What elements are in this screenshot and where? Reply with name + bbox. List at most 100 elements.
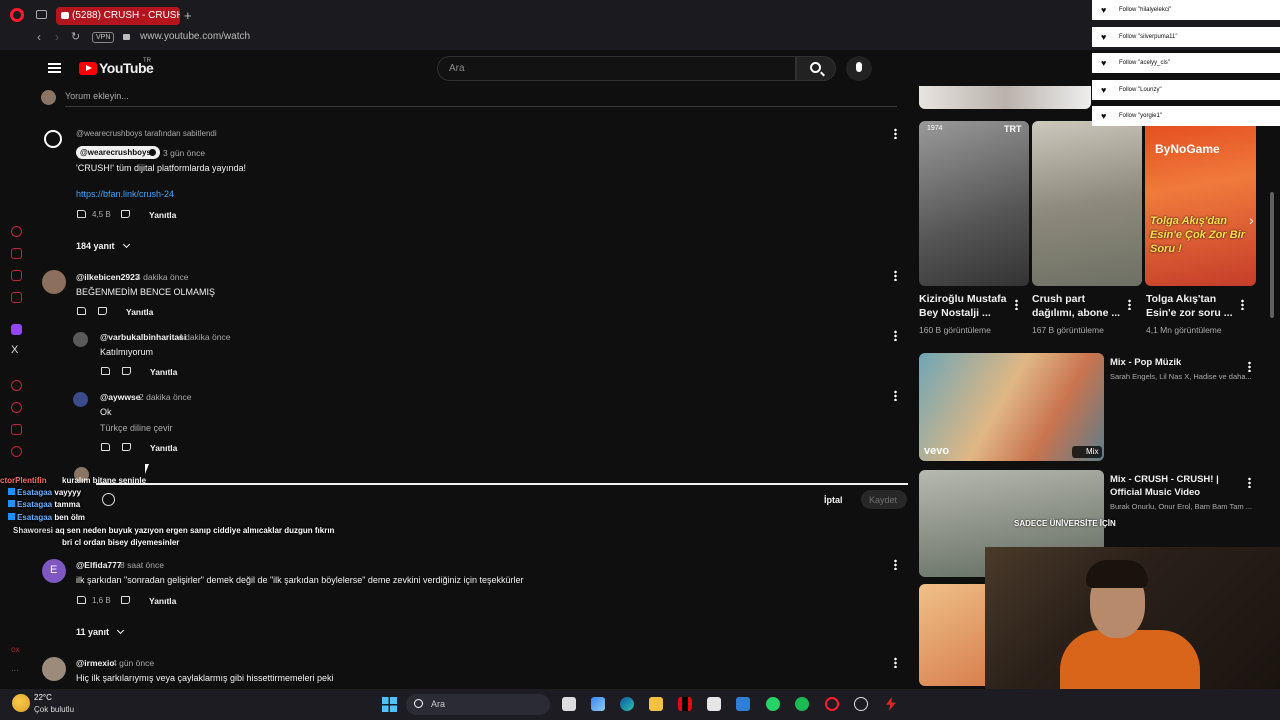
comment-time[interactable]: 4 gün önce	[112, 658, 154, 668]
avatar[interactable]	[73, 332, 88, 347]
more-icon[interactable]	[894, 390, 897, 401]
video-thumbnail[interactable]	[919, 584, 985, 686]
taskbar-search[interactable]	[406, 694, 550, 715]
more-icon[interactable]	[894, 330, 897, 341]
more-icon[interactable]	[1248, 361, 1251, 372]
sidebar-clock-icon[interactable]	[11, 402, 22, 413]
sidebar-more-icon[interactable]: ···	[11, 666, 19, 675]
video-title[interactable]: Mix - CRUSH - CRUSH! |	[1110, 473, 1219, 487]
dislike-icon[interactable]	[122, 367, 131, 375]
weather-icon[interactable]	[12, 694, 30, 712]
video-title[interactable]: Kiziroğlu Mustafa	[919, 292, 1007, 306]
scrollbar-thumb[interactable]	[1270, 192, 1274, 318]
comment-time[interactable]: 8 saat önce	[120, 560, 164, 570]
translate-link[interactable]: Türkçe diline çevir	[100, 423, 173, 433]
windows-start-icon[interactable]	[382, 697, 397, 712]
workspaces-icon[interactable]	[36, 10, 47, 19]
more-icon[interactable]	[894, 270, 897, 281]
comment-author[interactable]: @irmexio	[76, 658, 115, 668]
dislike-icon[interactable]	[121, 596, 130, 604]
video-title[interactable]: Official Music Video	[1110, 486, 1200, 500]
reload-icon[interactable]: ↻	[71, 30, 80, 43]
opera-gx-icon[interactable]	[825, 697, 839, 711]
search-input[interactable]: Ara	[437, 56, 796, 81]
menu-icon[interactable]	[48, 63, 61, 73]
comment-time[interactable]: 4 dakika önce	[136, 272, 188, 282]
video-thumbnail[interactable]	[919, 86, 1091, 109]
comment-author[interactable]: @ilkebicen2923	[76, 272, 140, 282]
comment-author[interactable]: @aywwse	[100, 392, 140, 402]
video-title[interactable]: dağılımı, abone ...	[1032, 306, 1120, 320]
voice-search-button[interactable]	[846, 56, 872, 81]
avatar[interactable]	[44, 130, 62, 148]
emoji-icon[interactable]	[102, 493, 115, 506]
spotify-icon[interactable]	[795, 697, 809, 711]
avatar[interactable]	[42, 657, 66, 681]
more-icon[interactable]	[1128, 299, 1131, 310]
more-icon[interactable]	[894, 128, 897, 139]
opera-logo-icon[interactable]	[10, 8, 24, 22]
sidebar-aria-icon[interactable]	[11, 226, 22, 237]
sidebar-messenger-icon[interactable]	[11, 270, 22, 281]
avatar[interactable]	[42, 270, 66, 294]
sidebar-extensions-icon[interactable]	[11, 424, 22, 435]
video-title[interactable]: Tolga Akış'tan	[1146, 292, 1216, 306]
video-title[interactable]: Mix - Pop Müzik	[1110, 356, 1181, 370]
comment-link[interactable]: https://bfan.link/crush-24	[76, 189, 174, 199]
weather-temp[interactable]: 22°C	[34, 693, 52, 702]
sidebar-history-icon[interactable]	[11, 380, 22, 391]
sidebar-x-icon[interactable]: X	[11, 344, 18, 356]
search-button[interactable]	[796, 56, 836, 81]
widgets-icon[interactable]	[591, 697, 605, 711]
sidebar-gx-icon[interactable]: GX	[11, 648, 20, 654]
vpn-badge[interactable]: VPN	[92, 32, 115, 43]
like-icon[interactable]	[77, 596, 86, 604]
file-explorer-icon[interactable]	[649, 697, 663, 711]
video-title[interactable]: Esin'e zor soru ...	[1146, 306, 1233, 320]
task-view-icon[interactable]	[562, 697, 576, 711]
replies-toggle[interactable]: 184 yanıt	[76, 240, 130, 251]
replies-toggle[interactable]: 11 yanıt	[76, 626, 125, 637]
dislike-icon[interactable]	[121, 210, 130, 218]
shelf-next-icon[interactable]: ›	[1249, 212, 1254, 228]
comment-author[interactable]: @varbukalbinharitasi	[100, 332, 186, 342]
more-icon[interactable]	[1241, 299, 1244, 310]
reply-button[interactable]: Yanıtla	[150, 443, 177, 453]
mail-icon[interactable]	[736, 697, 750, 711]
lightning-icon[interactable]	[886, 697, 896, 711]
comment-time[interactable]: 4 dakika önce	[178, 332, 230, 342]
edge-icon[interactable]	[620, 697, 634, 711]
forward-icon[interactable]: ›	[55, 30, 59, 44]
tab-youtube[interactable]: (5288) CRUSH - CRUSH! |	[56, 7, 180, 25]
dislike-icon[interactable]	[122, 443, 131, 451]
comment-author[interactable]: @wearecrushboys	[80, 148, 151, 157]
avatar[interactable]	[73, 392, 88, 407]
like-icon[interactable]	[77, 210, 86, 218]
video-title[interactable]: Crush part	[1032, 292, 1085, 306]
more-icon[interactable]	[894, 657, 897, 668]
weather-desc[interactable]: Çok bulutlu	[34, 705, 74, 714]
reply-button[interactable]: Yanıtla	[126, 307, 153, 317]
video-thumbnail[interactable]	[1032, 121, 1142, 286]
add-comment-input[interactable]: Yorum ekleyin...	[65, 91, 129, 101]
reply-button[interactable]: Yanıtla	[149, 596, 176, 606]
sidebar-player-icon[interactable]	[11, 292, 22, 303]
comment-time[interactable]: 2 dakika önce	[139, 392, 191, 402]
sidebar-twitch-icon[interactable]	[11, 324, 22, 335]
url-field[interactable]: www.youtube.com/watch	[140, 31, 250, 42]
whatsapp-icon[interactable]	[766, 697, 780, 711]
more-icon[interactable]	[894, 559, 897, 570]
new-tab-button[interactable]: +	[184, 8, 192, 23]
youtube-logo-icon[interactable]	[79, 62, 97, 75]
video-title[interactable]: Bey Nostalji ...	[919, 306, 991, 320]
comment-author[interactable]: @Elfida777	[76, 560, 122, 570]
more-icon[interactable]	[1248, 477, 1251, 488]
comment-time[interactable]: 3 gün önce	[163, 148, 205, 158]
video-thumbnail[interactable]	[919, 121, 1029, 286]
store-icon[interactable]	[707, 697, 721, 711]
back-icon[interactable]: ‹	[37, 30, 41, 44]
like-icon[interactable]	[77, 307, 86, 315]
netflix-icon[interactable]	[678, 697, 692, 711]
reply-button[interactable]: Yanıtla	[150, 367, 177, 377]
lock-icon[interactable]	[123, 34, 130, 40]
